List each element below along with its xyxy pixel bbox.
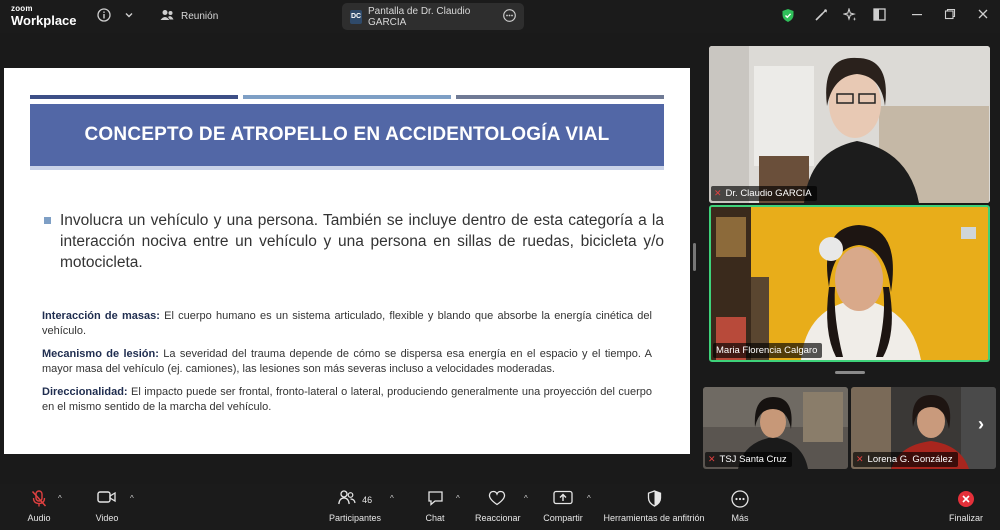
audio-button[interactable]: Audio	[24, 490, 54, 523]
host-tools-button[interactable]: Herramientas de anfitrión	[603, 490, 705, 523]
end-meeting-button[interactable]: Finalizar	[946, 490, 986, 523]
chat-label: Chat	[425, 513, 445, 523]
chat-options-chevron-icon[interactable]: ^	[456, 494, 460, 503]
participant-name: Lorena G. González	[867, 454, 953, 465]
reactions-options-chevron-icon[interactable]: ^	[524, 494, 528, 503]
paragraph-text: El impacto puede ser frontal, fronto-lat…	[42, 386, 652, 413]
video-button[interactable]: Video	[92, 490, 122, 523]
participants-label: Participantes	[328, 513, 382, 523]
audio-options-chevron-icon[interactable]: ^	[58, 494, 62, 503]
participant-name-tag: ✕ Dr. Claudio GARCIA	[711, 186, 817, 201]
tab-screen-share[interactable]: DC Pantalla de Dr. Claudio GARCIA	[342, 3, 524, 30]
sharer-avatar: DC	[350, 9, 362, 24]
bullet-square-icon	[44, 217, 51, 224]
zoom-logo: zoom Workplace	[11, 4, 77, 28]
mic-muted-icon: ✕	[714, 188, 722, 198]
participant-name-tag: ✕ Lorena G. González	[853, 452, 958, 467]
participant-name: Maria Florencia Calgaro	[716, 345, 818, 356]
video-tile-thumbnail[interactable]: ✕ TSJ Santa Cruz	[703, 387, 848, 469]
logo-line1: zoom	[11, 4, 33, 13]
end-close-icon	[946, 490, 986, 510]
participant-name-tag: Maria Florencia Calgaro	[713, 343, 823, 358]
title-bar: zoom Workplace Reunión DC Pantalla de Dr…	[0, 0, 1000, 33]
heart-icon	[475, 490, 519, 510]
paragraph-label: Mecanismo de lesión:	[42, 348, 159, 360]
participants-icon	[160, 9, 174, 24]
end-label: Finalizar	[948, 513, 983, 523]
video-feed-image	[709, 46, 990, 203]
minimize-icon[interactable]	[909, 8, 925, 24]
slide-paragraph-mecanismo: Mecanismo de lesión: La severidad del tr…	[42, 347, 652, 377]
info-icon[interactable]	[96, 8, 112, 24]
close-icon[interactable]	[975, 8, 991, 24]
brush-icon[interactable]	[813, 8, 829, 24]
participants-button[interactable]: 46 Participantes	[328, 490, 382, 523]
video-tile-presenter[interactable]: ✕ Dr. Claudio GARCIA	[709, 46, 990, 203]
participants-count: 46	[362, 495, 373, 505]
chat-bubble-icon	[422, 490, 448, 510]
chat-button[interactable]: Chat	[422, 490, 448, 523]
shared-screen-slide: CONCEPTO DE ATROPELLO EN ACCIDENTOLOGÍA …	[4, 68, 690, 454]
shield-check-icon[interactable]	[780, 8, 796, 24]
participant-name: TSJ Santa Cruz	[719, 454, 787, 465]
share-options-chevron-icon[interactable]: ^	[587, 494, 591, 503]
slide-bullet: Involucra un vehículo y una persona. Tam…	[44, 210, 664, 273]
video-feed-image	[711, 207, 988, 360]
next-page-chevron-icon[interactable]: ›	[978, 414, 984, 435]
video-label: Video	[95, 513, 119, 523]
mic-muted-icon	[24, 490, 54, 510]
slide-bullet-text: Involucra un vehículo y una persona. Tam…	[60, 212, 664, 271]
gallery-resize-handle[interactable]	[835, 371, 865, 374]
host-tools-label: Herramientas de anfitrión	[603, 513, 705, 523]
logo-line2: Workplace	[11, 13, 77, 28]
mic-muted-icon: ✕	[856, 454, 864, 464]
share-screen-icon	[541, 490, 585, 510]
meeting-controls-toolbar: Audio ^ Video ^ 46 Participantes ^ Chat …	[0, 484, 1000, 530]
layout-icon[interactable]	[871, 8, 887, 24]
mic-muted-icon: ✕	[708, 454, 716, 464]
ellipsis-icon[interactable]	[503, 8, 516, 25]
slide-title: CONCEPTO DE ATROPELLO EN ACCIDENTOLOGÍA …	[84, 124, 610, 145]
participants-icon: 46	[328, 490, 382, 510]
reactions-button[interactable]: Reaccionar	[475, 490, 521, 523]
tab-meeting-label: Reunión	[181, 11, 219, 22]
more-button[interactable]: Más	[727, 490, 753, 523]
tab-screen-share-label: Pantalla de Dr. Claudio GARCIA	[368, 5, 471, 28]
slide-title-box: CONCEPTO DE ATROPELLO EN ACCIDENTOLOGÍA …	[30, 104, 664, 170]
participant-name: Dr. Claudio GARCIA	[725, 188, 812, 199]
video-tile-thumbnail[interactable]: ✕ Lorena G. González	[851, 387, 996, 469]
share-label: Compartir	[543, 513, 583, 523]
share-screen-button[interactable]: Compartir	[541, 490, 585, 523]
audio-label: Audio	[27, 513, 51, 523]
participants-options-chevron-icon[interactable]: ^	[390, 494, 394, 503]
chevron-down-icon[interactable]	[121, 8, 137, 24]
slide-paragraph-direccionalidad: Direccionalidad: El impacto puede ser fr…	[42, 385, 652, 415]
slide-paragraph-masas: Interacción de masas: El cuerpo humano e…	[42, 309, 652, 339]
sparkle-icon[interactable]	[842, 7, 858, 24]
more-ellipsis-icon	[727, 490, 753, 510]
restore-icon[interactable]	[942, 8, 958, 24]
participant-name-tag: ✕ TSJ Santa Cruz	[705, 452, 792, 467]
shield-icon	[603, 490, 705, 510]
tab-meeting[interactable]: Reunión	[152, 3, 226, 30]
video-options-chevron-icon[interactable]: ^	[130, 494, 134, 503]
slide-accent-bar-3	[456, 95, 664, 99]
slide-accent-bar-1	[30, 95, 238, 99]
split-resize-handle[interactable]	[693, 243, 696, 271]
video-tile-active-speaker[interactable]: Maria Florencia Calgaro	[709, 205, 990, 362]
reactions-label: Reaccionar	[475, 513, 521, 523]
paragraph-label: Direccionalidad:	[42, 386, 128, 398]
paragraph-label: Interacción de masas:	[42, 310, 160, 322]
slide-accent-bar-2	[243, 95, 451, 99]
video-camera-icon	[92, 490, 122, 510]
more-label: Más	[731, 513, 749, 523]
